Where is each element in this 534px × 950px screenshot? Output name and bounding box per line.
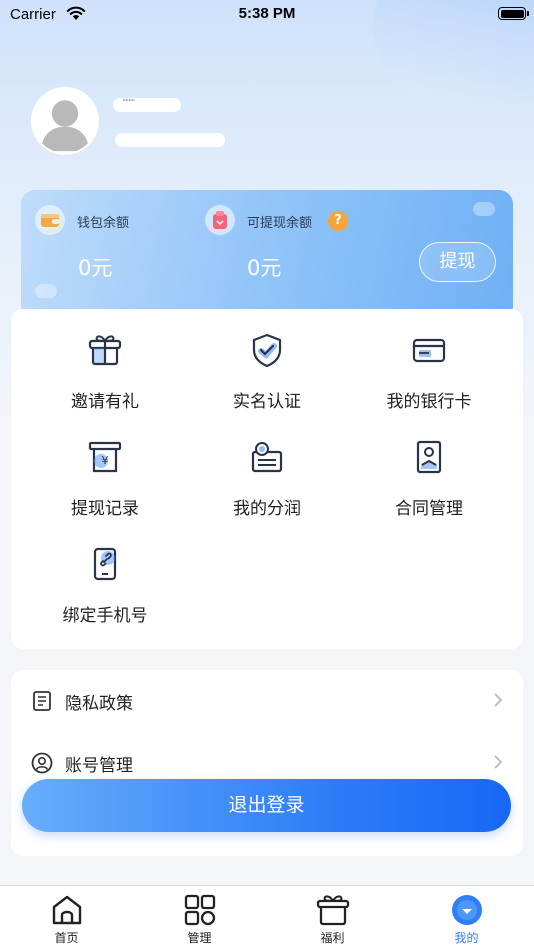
logout-button[interactable]: 退出登录 [22, 779, 511, 832]
default-avatar-icon [33, 89, 97, 153]
feature-label: 绑定手机号 [62, 606, 148, 626]
user-circle-icon [31, 752, 53, 774]
feature-bind-phone[interactable]: 绑定手机号 [20, 526, 190, 626]
phone-link-icon [93, 547, 117, 581]
document-icon [33, 691, 51, 711]
tab-label: 我的 [454, 931, 479, 945]
feature-invite[interactable]: 邀请有礼 [20, 312, 190, 412]
shield-check-icon [252, 333, 282, 368]
gift-icon [316, 895, 349, 926]
svg-text:¥: ¥ [102, 454, 109, 467]
withdraw-record-icon: ¥ [88, 441, 122, 473]
feature-withdraw-record[interactable]: ¥ 提现记录 [20, 419, 190, 519]
home-icon [52, 895, 81, 925]
feature-label: 实名认证 [233, 392, 301, 412]
tab-label: 管理 [187, 931, 212, 945]
help-icon[interactable]: ? [328, 211, 348, 231]
chevron-right-icon [494, 755, 503, 769]
feature-bank-card[interactable]: 我的银行卡 [344, 312, 514, 412]
status-time: 5:38 PM [238, 5, 296, 22]
list-item-label: 账号管理 [65, 756, 133, 776]
battery-icon [498, 7, 529, 20]
wallet-icon [35, 205, 65, 235]
account-id-redaction [115, 133, 225, 147]
list-item-privacy-policy[interactable]: 隐私政策 [11, 670, 523, 732]
tab-label: 福利 [320, 931, 345, 945]
feature-profit-share[interactable]: 我的分润 [182, 419, 352, 519]
tab-home[interactable]: 首页 [0, 886, 133, 950]
tab-mine[interactable]: 我的 [400, 886, 533, 950]
withdrawable-label: 可提现余额 [247, 216, 313, 231]
feature-contract[interactable]: 合同管理 [344, 419, 514, 519]
tab-bar: 首页 管理 福利 我的 [0, 885, 534, 950]
withdrawable-value: 0元 [247, 256, 282, 280]
decorative-dot [35, 284, 57, 298]
tab-label: 首页 [54, 931, 79, 945]
status-bar: Carrier 5:38 PM [0, 0, 534, 30]
feature-grid: 邀请有礼 实名认证 我的银行卡 ¥ 提现记录 我的分润 合同管理 绑定手机号 [11, 309, 523, 649]
wallet-card: 钱包余额 0元 可提现余额 ? 0元 提现 [21, 190, 513, 320]
feature-label: 提现记录 [71, 499, 139, 519]
bank-card-icon [412, 338, 446, 363]
feature-label: 邀请有礼 [71, 392, 139, 412]
avatar[interactable] [31, 87, 99, 155]
tab-welfare[interactable]: 福利 [266, 886, 399, 950]
withdraw-button[interactable]: 提现 [419, 242, 496, 282]
list-item-label: 隐私政策 [65, 694, 133, 714]
feature-real-name[interactable]: 实名认证 [182, 312, 352, 412]
cash-bag-icon [205, 205, 235, 235]
balance-label: 钱包余额 [77, 216, 130, 231]
feature-label: 我的银行卡 [386, 392, 472, 412]
contract-icon [416, 440, 442, 474]
balance-value: 0元 [78, 256, 113, 280]
tab-manage[interactable]: 管理 [133, 886, 266, 950]
feature-label: 合同管理 [395, 499, 463, 519]
chevron-right-icon [494, 693, 503, 707]
profile-icon [451, 895, 482, 925]
user-name: ········ [122, 96, 135, 105]
profit-share-icon [251, 442, 283, 473]
feature-label: 我的分润 [233, 499, 301, 519]
grid-icon [184, 894, 215, 926]
gift-icon [88, 335, 122, 366]
decorative-dot [473, 202, 495, 216]
